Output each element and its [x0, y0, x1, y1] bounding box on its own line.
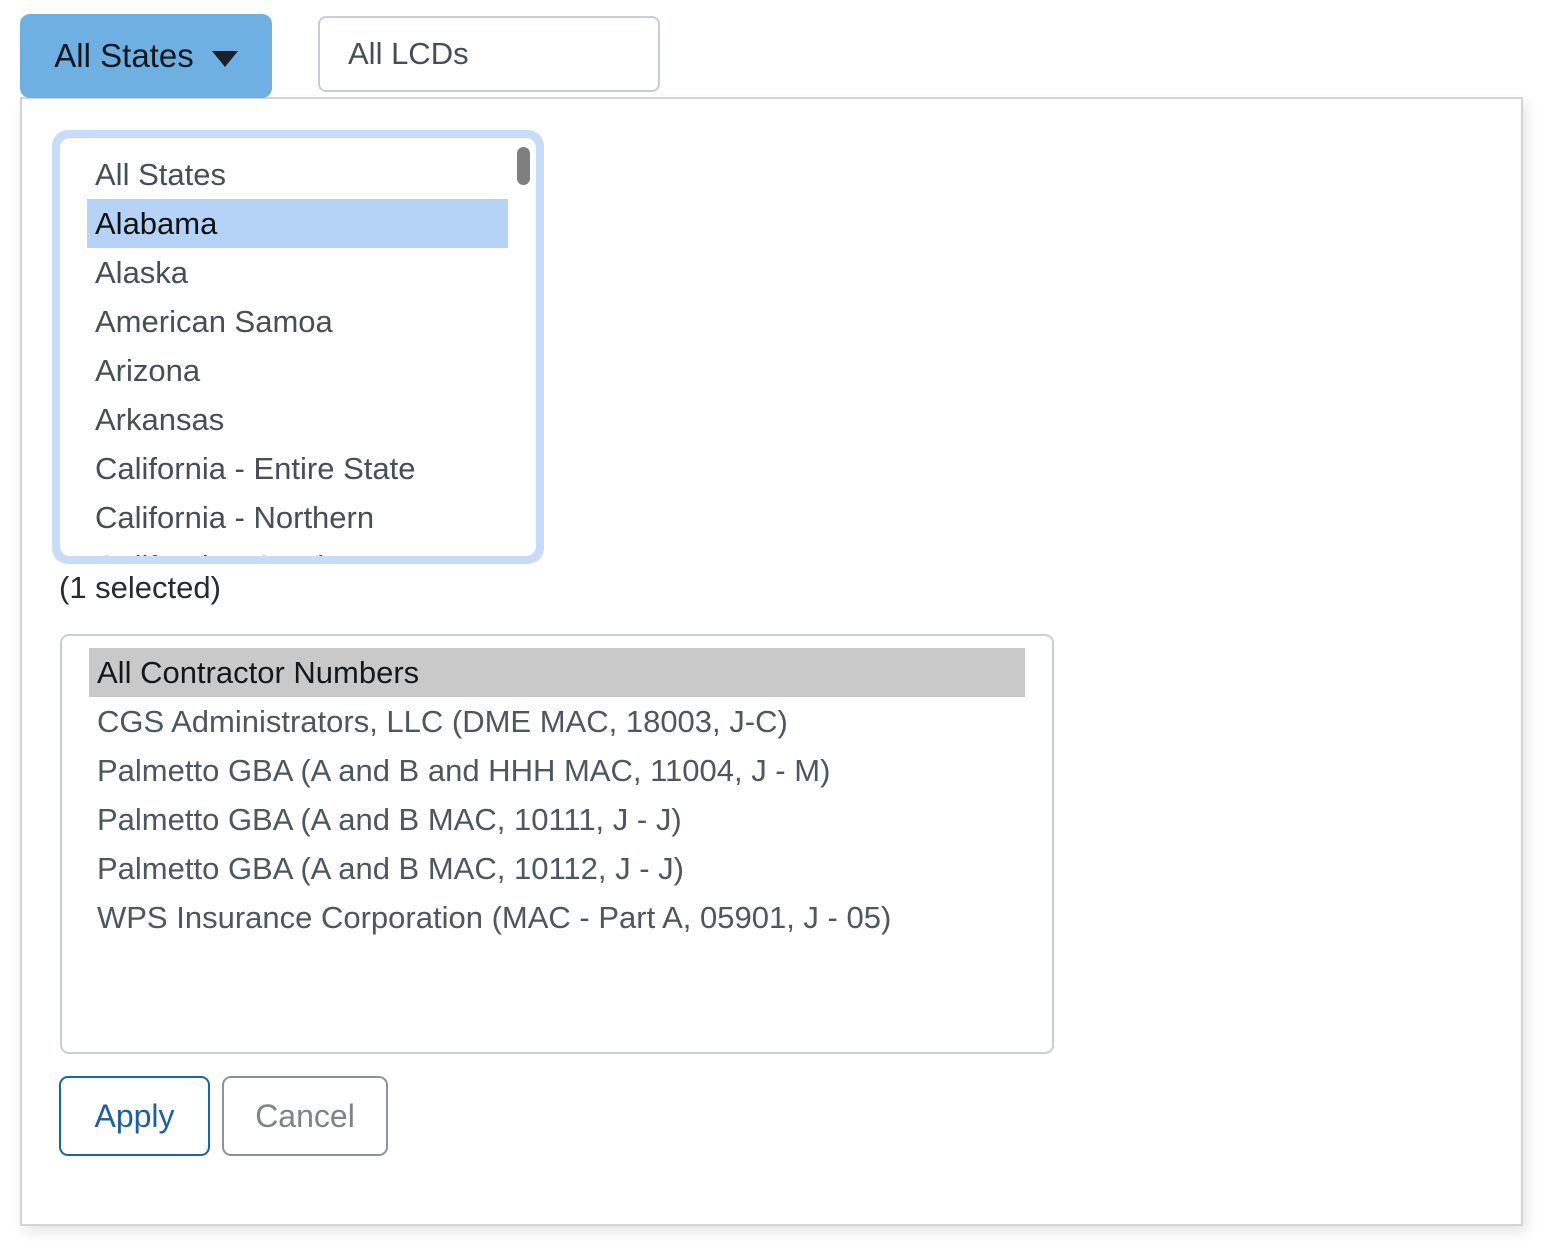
states-listbox-focus-ring: All StatesAlabamaAlaskaAmerican SamoaAri…: [52, 130, 544, 564]
apply-button[interactable]: Apply: [59, 1076, 210, 1156]
state-option[interactable]: California - Entire State: [87, 444, 508, 493]
cancel-button[interactable]: Cancel: [222, 1076, 388, 1156]
contractor-option[interactable]: CGS Administrators, LLC (DME MAC, 18003,…: [89, 697, 1025, 746]
contractor-option[interactable]: Palmetto GBA (A and B MAC, 10111, J - J): [89, 795, 1025, 844]
state-option[interactable]: California - Northern: [87, 493, 508, 542]
lcd-filter-widget: All States All LCDs All StatesAlabamaAla…: [0, 0, 1544, 1254]
selection-status: (1 selected): [59, 566, 221, 610]
contractor-option[interactable]: Palmetto GBA (A and B MAC, 10112, J - J): [89, 844, 1025, 893]
chevron-down-icon: [212, 51, 238, 67]
lcd-filter-value: All LCDs: [348, 36, 469, 72]
contractor-listbox[interactable]: All Contractor NumbersCGS Administrators…: [60, 634, 1054, 1054]
action-buttons: Apply Cancel: [59, 1076, 388, 1156]
states-dropdown-label: All States: [54, 37, 193, 75]
state-option[interactable]: Alaska: [87, 248, 508, 297]
state-option[interactable]: Alabama: [87, 199, 508, 248]
lcd-filter-select[interactable]: All LCDs: [318, 16, 660, 92]
states-listbox[interactable]: All StatesAlabamaAlaskaAmerican SamoaAri…: [60, 138, 536, 556]
states-dropdown-button[interactable]: All States: [20, 14, 272, 98]
contractor-option[interactable]: WPS Insurance Corporation (MAC - Part A,…: [89, 893, 1025, 942]
contractor-option[interactable]: All Contractor Numbers: [89, 648, 1025, 697]
state-option[interactable]: Arizona: [87, 346, 508, 395]
states-dropdown-panel: All StatesAlabamaAlaskaAmerican SamoaAri…: [20, 97, 1523, 1226]
scrollbar-thumb[interactable]: [517, 147, 530, 185]
state-option[interactable]: American Samoa: [87, 297, 508, 346]
state-option[interactable]: Arkansas: [87, 395, 508, 444]
state-option[interactable]: All States: [87, 150, 508, 199]
contractor-option[interactable]: Palmetto GBA (A and B and HHH MAC, 11004…: [89, 746, 1025, 795]
state-option[interactable]: California - Southern: [87, 542, 508, 556]
